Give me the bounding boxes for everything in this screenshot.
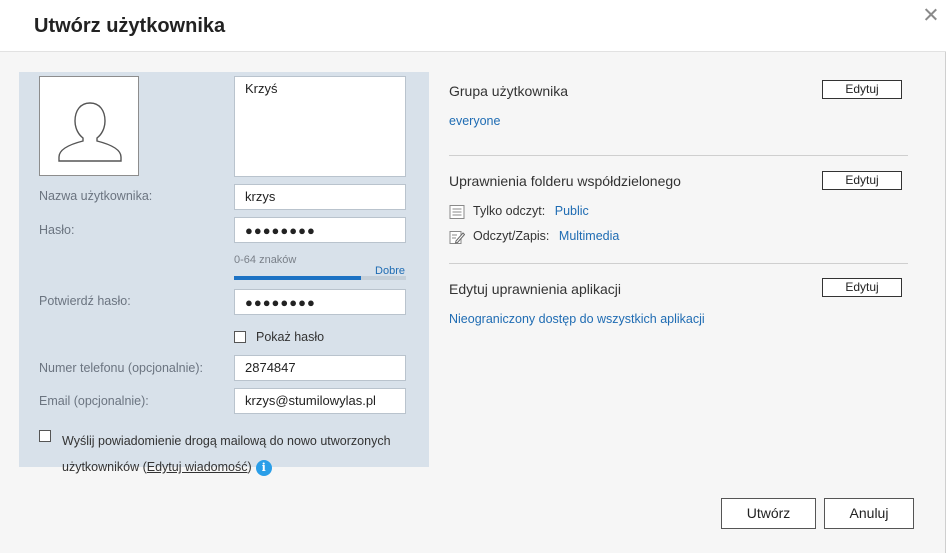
edit-app-permissions-button[interactable]: Edytuj — [822, 278, 902, 297]
edit-user-group-button[interactable]: Edytuj — [822, 80, 902, 99]
read-only-folder-link[interactable]: Public — [555, 204, 589, 218]
send-notification-checkbox[interactable] — [39, 430, 51, 442]
document-icon — [449, 204, 465, 219]
user-details-panel: Krzyś Nazwa użytkownika: krzys Hasło: ●●… — [19, 72, 429, 476]
username-label: Nazwa użytkownika: — [39, 189, 153, 203]
password-field[interactable]: ●●●●●●●● — [234, 217, 406, 243]
email-label: Email (opcjonalnie): — [39, 394, 149, 408]
phone-field[interactable]: 2874847 — [234, 355, 406, 381]
shared-folder-permissions-title: Uprawnienia folderu współdzielonego — [449, 173, 681, 189]
info-icon[interactable]: i — [255, 459, 272, 476]
username-field[interactable]: krzys — [234, 184, 406, 210]
user-group-title: Grupa użytkownika — [449, 83, 569, 99]
avatar[interactable] — [39, 76, 139, 176]
dialog-header: Utwórz użytkownika — [0, 0, 946, 52]
confirm-password-field[interactable]: ●●●●●●●● — [234, 289, 406, 315]
create-user-dialog: Utwórz użytkownika Krzyś Nazwa użytkowni… — [0, 0, 946, 553]
send-notification-label: Wyślij powiadomienie drogą mailową do no… — [62, 428, 412, 480]
read-write-row: Odczyt/Zapis: Multimedia — [449, 229, 619, 244]
read-only-row: Tylko odczyt: Public — [449, 204, 589, 219]
divider — [449, 263, 908, 264]
app-permissions-title: Edytuj uprawnienia aplikacji — [449, 281, 621, 297]
description-field[interactable]: Krzyś — [234, 76, 406, 177]
create-button[interactable]: Utwórz — [721, 498, 816, 529]
show-password-label: Pokaż hasło — [256, 330, 325, 344]
edit-folder-permissions-button[interactable]: Edytuj — [822, 171, 902, 190]
confirm-password-label: Potwierdź hasło: — [39, 294, 131, 308]
read-write-label: Odczyt/Zapis: — [473, 229, 550, 243]
password-label: Hasło: — [39, 223, 75, 237]
email-field[interactable]: krzys@stumilowylas.pl — [234, 388, 406, 414]
show-password-checkbox[interactable] — [234, 331, 246, 343]
edit-document-icon — [449, 230, 465, 244]
password-strength-bar — [234, 276, 406, 280]
phone-label: Numer telefonu (opcjonalnie): — [39, 361, 203, 375]
cancel-button[interactable]: Anuluj — [824, 498, 914, 529]
read-write-folder-link[interactable]: Multimedia — [559, 229, 619, 243]
user-group-value[interactable]: everyone — [449, 114, 500, 128]
read-only-label: Tylko odczyt: — [473, 204, 546, 218]
edit-message-link[interactable]: Edytuj wiadomość — [147, 460, 248, 474]
app-permissions-value[interactable]: Nieograniczony dostęp do wszystkich apli… — [449, 312, 705, 326]
user-avatar-icon — [58, 102, 122, 162]
password-hint: 0-64 znaków — [234, 254, 297, 266]
dialog-title: Utwórz użytkownika — [34, 15, 226, 37]
divider — [449, 155, 908, 156]
notify-text-part2: ) — [247, 460, 252, 474]
close-icon[interactable] — [922, 6, 940, 24]
password-strength-fill — [234, 276, 362, 280]
